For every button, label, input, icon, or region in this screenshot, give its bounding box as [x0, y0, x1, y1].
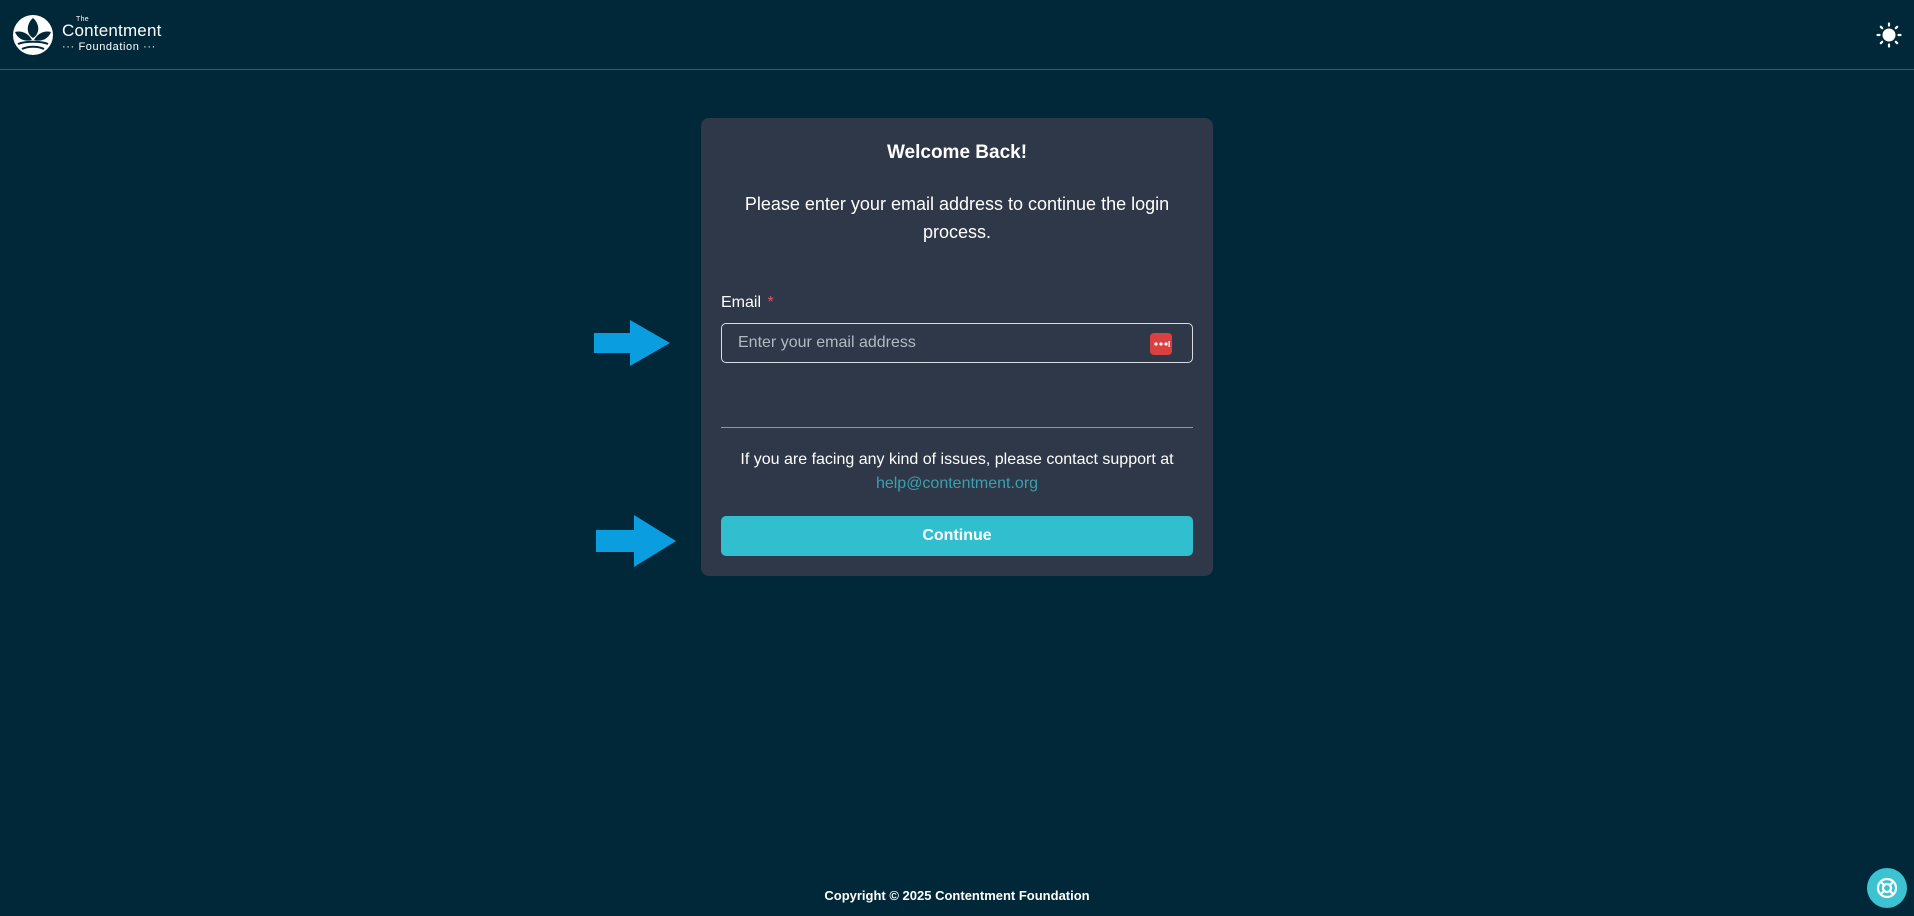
- email-field: [721, 323, 1193, 363]
- email-input[interactable]: [722, 324, 1192, 362]
- support-text: If you are facing any kind of issues, pl…: [721, 448, 1193, 496]
- email-label: Email *: [721, 294, 774, 312]
- contentment-logo-icon: [13, 15, 53, 55]
- logo-name: Contentment: [62, 20, 162, 40]
- logo-subtitle: ··· Foundation ···: [62, 40, 156, 53]
- continue-button[interactable]: Continue: [721, 516, 1193, 556]
- arrow-right-icon: [594, 320, 670, 366]
- login-card: Welcome Back! Please enter your email ad…: [701, 118, 1213, 576]
- arrow-right-icon: [596, 515, 676, 567]
- help-widget-button[interactable]: [1867, 868, 1907, 908]
- divider: [721, 427, 1193, 428]
- password-manager-icon[interactable]: [1150, 333, 1172, 355]
- support-email-link[interactable]: help@contentment.org: [876, 475, 1038, 492]
- logo-text: The Contentment ··· Foundation ···: [62, 16, 162, 53]
- footer-copyright: Copyright © 2025 Contentment Foundation: [824, 888, 1090, 903]
- card-title: Welcome Back!: [886, 142, 1028, 163]
- card-description: Please enter your email address to conti…: [744, 194, 1170, 242]
- sun-icon[interactable]: [1876, 22, 1902, 48]
- support-message: If you are facing any kind of issues, pl…: [740, 451, 1174, 468]
- logo[interactable]: The Contentment ··· Foundation ···: [12, 14, 162, 56]
- lifebuoy-icon: [1876, 877, 1898, 899]
- email-label-text: Email: [721, 294, 762, 311]
- required-mark: *: [767, 294, 774, 311]
- top-bar: The Contentment ··· Foundation ···: [0, 0, 1914, 70]
